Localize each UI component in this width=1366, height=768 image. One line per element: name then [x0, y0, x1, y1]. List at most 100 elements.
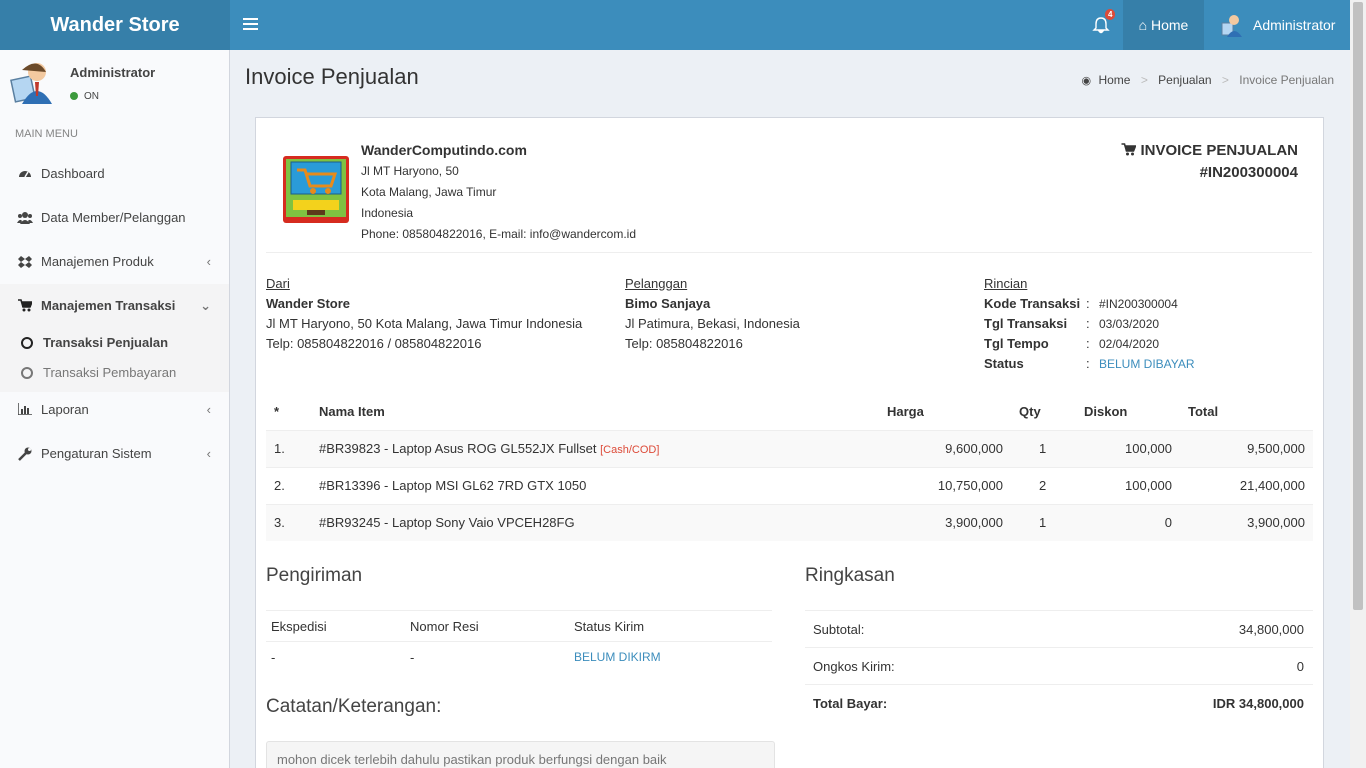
sidebar-toggle-button[interactable] — [243, 15, 258, 35]
column-header: Nama Item — [319, 404, 385, 419]
chevron-left-icon: ‹ — [206, 446, 211, 461]
shipping-column-header: Ekspedisi — [271, 619, 327, 634]
sidebar-item-laporan[interactable]: Laporan ‹ — [0, 388, 229, 432]
shipping-column-header: Status Kirim — [574, 619, 645, 634]
sidebar-item-label: Manajemen Produk — [41, 254, 154, 269]
detail-colon: : — [1086, 316, 1090, 331]
from-heading: Dari — [266, 276, 290, 291]
invoice-number: #IN200300004 — [1199, 164, 1298, 181]
detail-label: Status — [984, 356, 1024, 371]
sidebar-item-pengaturan-sistem[interactable]: Pengaturan Sistem ‹ — [0, 432, 229, 476]
page-scrollbar[interactable] — [1350, 0, 1366, 768]
discount-cell: 100,000 — [1125, 441, 1172, 456]
dashboard-icon: ◉ — [1081, 75, 1092, 87]
detail-transaction-date: 03/03/2020 — [1099, 317, 1160, 331]
discount-cell: 0 — [1164, 515, 1172, 530]
company-address-line: Jl MT Haryono, 50 — [361, 164, 459, 178]
row-number: 1. — [274, 441, 285, 456]
user-menu-label: Administrator — [1253, 17, 1336, 33]
company-logo — [283, 156, 349, 223]
row-number: 2. — [274, 478, 285, 493]
shipping-receipt-value: - — [410, 650, 415, 665]
detail-colon: : — [1086, 296, 1090, 311]
notifications-button[interactable]: 4 — [1086, 9, 1116, 38]
sidebar-item-dashboard[interactable]: Dashboard — [0, 152, 229, 196]
notes-box: mohon dicek terlebih dahulu pastikan pro… — [266, 741, 775, 768]
user-menu-button[interactable]: Administrator — [1204, 0, 1350, 50]
divider — [266, 610, 772, 611]
price-cell: 3,900,000 — [945, 515, 1003, 530]
brand-logo[interactable]: Wander Store — [0, 0, 230, 50]
page-title: Invoice Penjualan — [245, 64, 419, 89]
bar-chart-icon — [17, 388, 33, 433]
online-status-icon — [70, 92, 78, 100]
total-cell: 3,900,000 — [1247, 515, 1305, 530]
chevron-left-icon: ‹ — [206, 254, 211, 269]
top-navbar: Wander Store 4 ⌂ Home Administrator — [0, 0, 1350, 50]
invoice-title: INVOICE PENJUALAN — [1121, 142, 1298, 159]
detail-label: Tgl Tempo — [984, 336, 1049, 351]
dropbox-icon — [17, 240, 33, 287]
from-address: Jl MT Haryono, 50 Kota Malang, Jawa Timu… — [266, 316, 583, 331]
sidebar-subitem-transaksi-penjualan[interactable]: Transaksi Penjualan — [0, 328, 229, 358]
notes-title: Catatan/Keterangan: — [266, 696, 442, 717]
detail-due-date: 02/04/2020 — [1099, 337, 1160, 351]
shipping-status-badge: BELUM DIKIRM — [574, 650, 661, 664]
shipping-courier-value: - — [271, 650, 276, 665]
sidebar-subitem-label: Transaksi Pembayaran — [43, 365, 177, 380]
item-name-cell: #BR39823 - Laptop Asus ROG GL552JX Fulls… — [319, 431, 659, 468]
subtotal-value: 34,800,000 — [1238, 622, 1304, 637]
sidebar-item-label: Manajemen Transaksi — [41, 298, 176, 313]
sidebar-item-manajemen-produk[interactable]: Manajemen Produk ‹ — [0, 240, 229, 284]
divider — [805, 610, 1313, 611]
home-icon: ⌂ — [1138, 17, 1148, 33]
price-cell: 10,750,000 — [937, 478, 1003, 493]
summary-label: Total Bayar: — [813, 696, 888, 711]
customer-address: Jl Patimura, Bekasi, Indonesia — [625, 316, 800, 331]
company-name: WanderComputindo.com — [361, 142, 527, 158]
divider — [805, 647, 1313, 648]
breadcrumb-separator: > — [1221, 73, 1229, 87]
qty-cell: 2 — [1039, 478, 1047, 493]
detail-colon: : — [1086, 336, 1090, 351]
company-country: Indonesia — [361, 206, 414, 220]
from-name: Wander Store — [266, 296, 351, 311]
user-avatar-icon — [1221, 15, 1242, 37]
discount-cell: 100,000 — [1125, 478, 1172, 493]
customer-phone: Telp: 085804822016 — [625, 336, 743, 351]
total-cell: 9,500,000 — [1247, 441, 1305, 456]
row-number: 3. — [274, 515, 285, 530]
item-name: #BR93245 - Laptop Sony Vaio VPCEH28FG — [319, 515, 575, 530]
cart-icon — [17, 284, 34, 330]
cart-icon — [1121, 143, 1137, 156]
breadcrumb-home-link[interactable]: Home — [1098, 73, 1130, 87]
users-icon — [17, 196, 33, 243]
breadcrumb-separator: > — [1140, 73, 1148, 87]
qty-cell: 1 — [1039, 515, 1047, 530]
sidebar-item-manajemen-transaksi[interactable]: Manajemen Transaksi ⌄ — [0, 284, 229, 328]
column-header: Diskon — [1084, 404, 1128, 419]
breadcrumb-penjualan-link[interactable]: Penjualan — [1158, 73, 1211, 87]
sidebar-item-label: Laporan — [41, 402, 89, 417]
column-header: Total — [1188, 404, 1219, 419]
user-avatar — [10, 63, 52, 104]
payment-status-badge: BELUM DIBAYAR — [1099, 357, 1195, 371]
scrollbar-thumb[interactable] — [1353, 2, 1363, 610]
total-cell: 21,400,000 — [1239, 478, 1305, 493]
payment-method-tag: [Cash/COD] — [600, 444, 660, 456]
summary-label: Ongkos Kirim: — [813, 659, 895, 674]
detail-transaction-code: #IN200300004 — [1099, 297, 1178, 311]
company-contact: Phone: 085804822016, E-mail: info@wander… — [361, 227, 637, 241]
sidebar-item-data-member[interactable]: Data Member/Pelanggan — [0, 196, 229, 240]
sidebar-menu-header: MAIN MENU — [15, 128, 78, 140]
sidebar-item-label: Dashboard — [41, 166, 105, 181]
shipping-cost-value: 0 — [1296, 659, 1304, 674]
customer-heading: Pelanggan — [625, 276, 688, 291]
sidebar-subitem-transaksi-pembayaran[interactable]: Transaksi Pembayaran — [0, 358, 229, 388]
shipping-title: Pengiriman — [266, 565, 363, 586]
nav-home-button[interactable]: ⌂ Home — [1123, 0, 1204, 50]
user-status: ON — [70, 91, 99, 102]
shipping-column-header: Nomor Resi — [410, 619, 479, 634]
divider — [266, 252, 1312, 253]
breadcrumb-current: Invoice Penjualan — [1239, 73, 1334, 87]
